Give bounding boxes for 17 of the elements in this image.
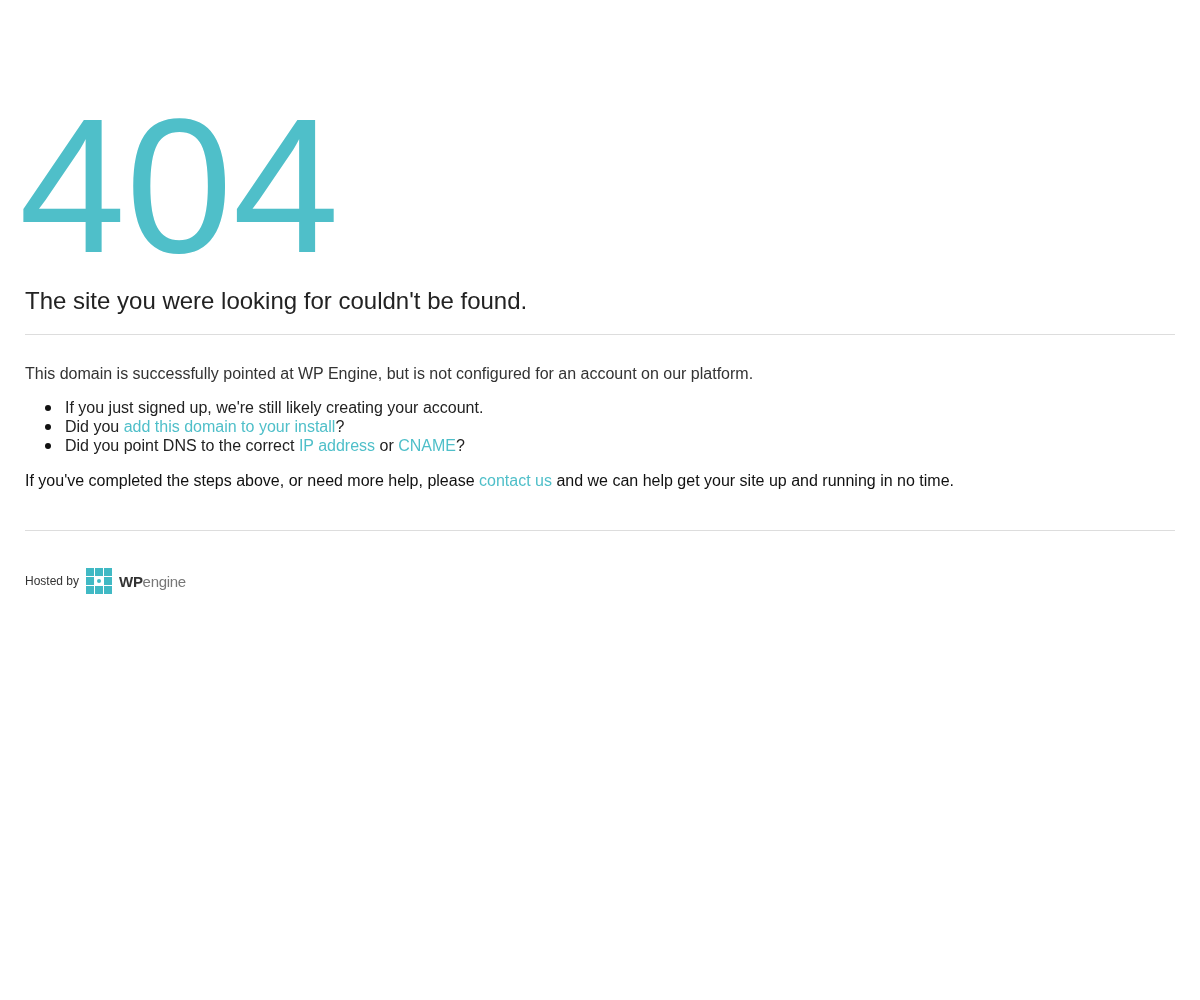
logo-icon	[86, 568, 113, 594]
error-code: 404	[19, 90, 340, 282]
bullet-icon	[45, 423, 51, 430]
link[interactable]: CNAME	[398, 437, 456, 454]
bullet-icon	[45, 442, 51, 449]
list-item-text: Did you point DNS to the correct IP address or CNAME?	[65, 436, 465, 455]
headline: The site you were looking for couldn't be found.	[25, 287, 528, 315]
list-item-text: If you just signed up, we're still likely creating your account.	[65, 398, 484, 417]
link[interactable]: add this domain to your install	[123, 418, 336, 435]
link[interactable]: contact us	[479, 472, 552, 489]
hosted-by-text: Hosted by	[25, 574, 80, 588]
list-item-text: Did you add this domain to your install?	[65, 417, 345, 436]
intro-text: This domain is successfully pointed at WP Engine, but is not configured for an account on our platform.	[25, 365, 754, 383]
link[interactable]: IP address	[298, 437, 376, 454]
bullet-icon	[45, 404, 51, 411]
help-text: If you've completed the steps above, or need more help, please contact us and we can help get your site up and running in no time.	[25, 472, 954, 490]
logo-wordmark: WPengine	[119, 572, 186, 590]
